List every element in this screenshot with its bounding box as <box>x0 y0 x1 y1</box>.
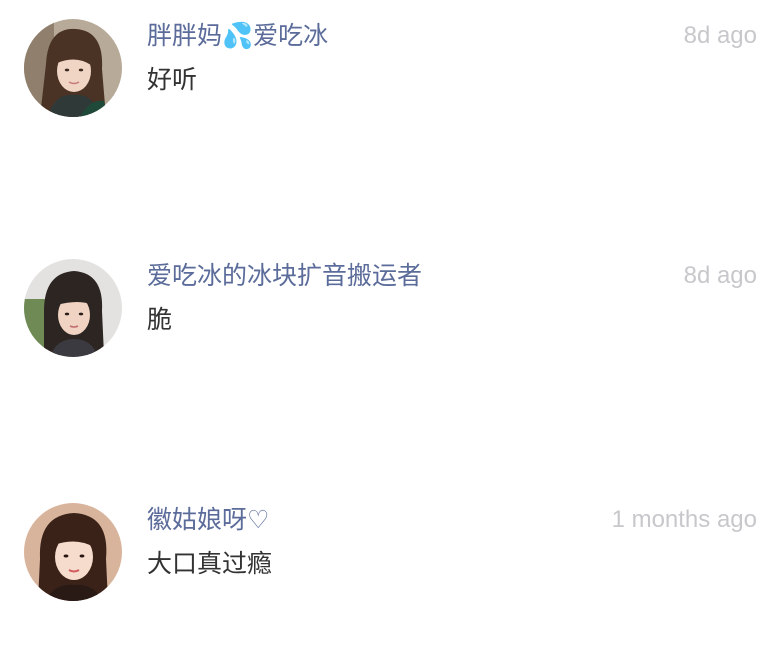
comment-timestamp: 8d ago <box>683 22 757 49</box>
user-photo-avatar-icon <box>24 259 122 357</box>
comment-timestamp: 1 months ago <box>611 506 757 533</box>
comment-username[interactable]: 爱吃冰的冰块扩音搬运者 <box>147 258 422 294</box>
comment-item: 爱吃冰的冰块扩音搬运者 脆 8d ago <box>0 254 783 364</box>
avatar[interactable] <box>24 19 122 117</box>
comment-text: 好听 <box>147 65 198 94</box>
comment-item: 胖胖妈💦爱吃冰 好听 8d ago <box>0 14 783 124</box>
comment-text: 脆 <box>147 305 173 334</box>
avatar[interactable] <box>24 259 122 357</box>
avatar[interactable] <box>24 503 122 601</box>
comment-username[interactable]: 徽姑娘呀♡ <box>147 502 269 538</box>
user-photo-avatar-icon <box>24 19 122 117</box>
user-photo-avatar-icon <box>24 503 122 601</box>
comment-item: 徽姑娘呀♡ 大口真过瘾 1 months ago <box>0 498 783 608</box>
comment-text: 大口真过瘾 <box>147 549 273 578</box>
comment-username[interactable]: 胖胖妈💦爱吃冰 <box>147 18 328 54</box>
comment-timestamp: 8d ago <box>683 262 757 289</box>
